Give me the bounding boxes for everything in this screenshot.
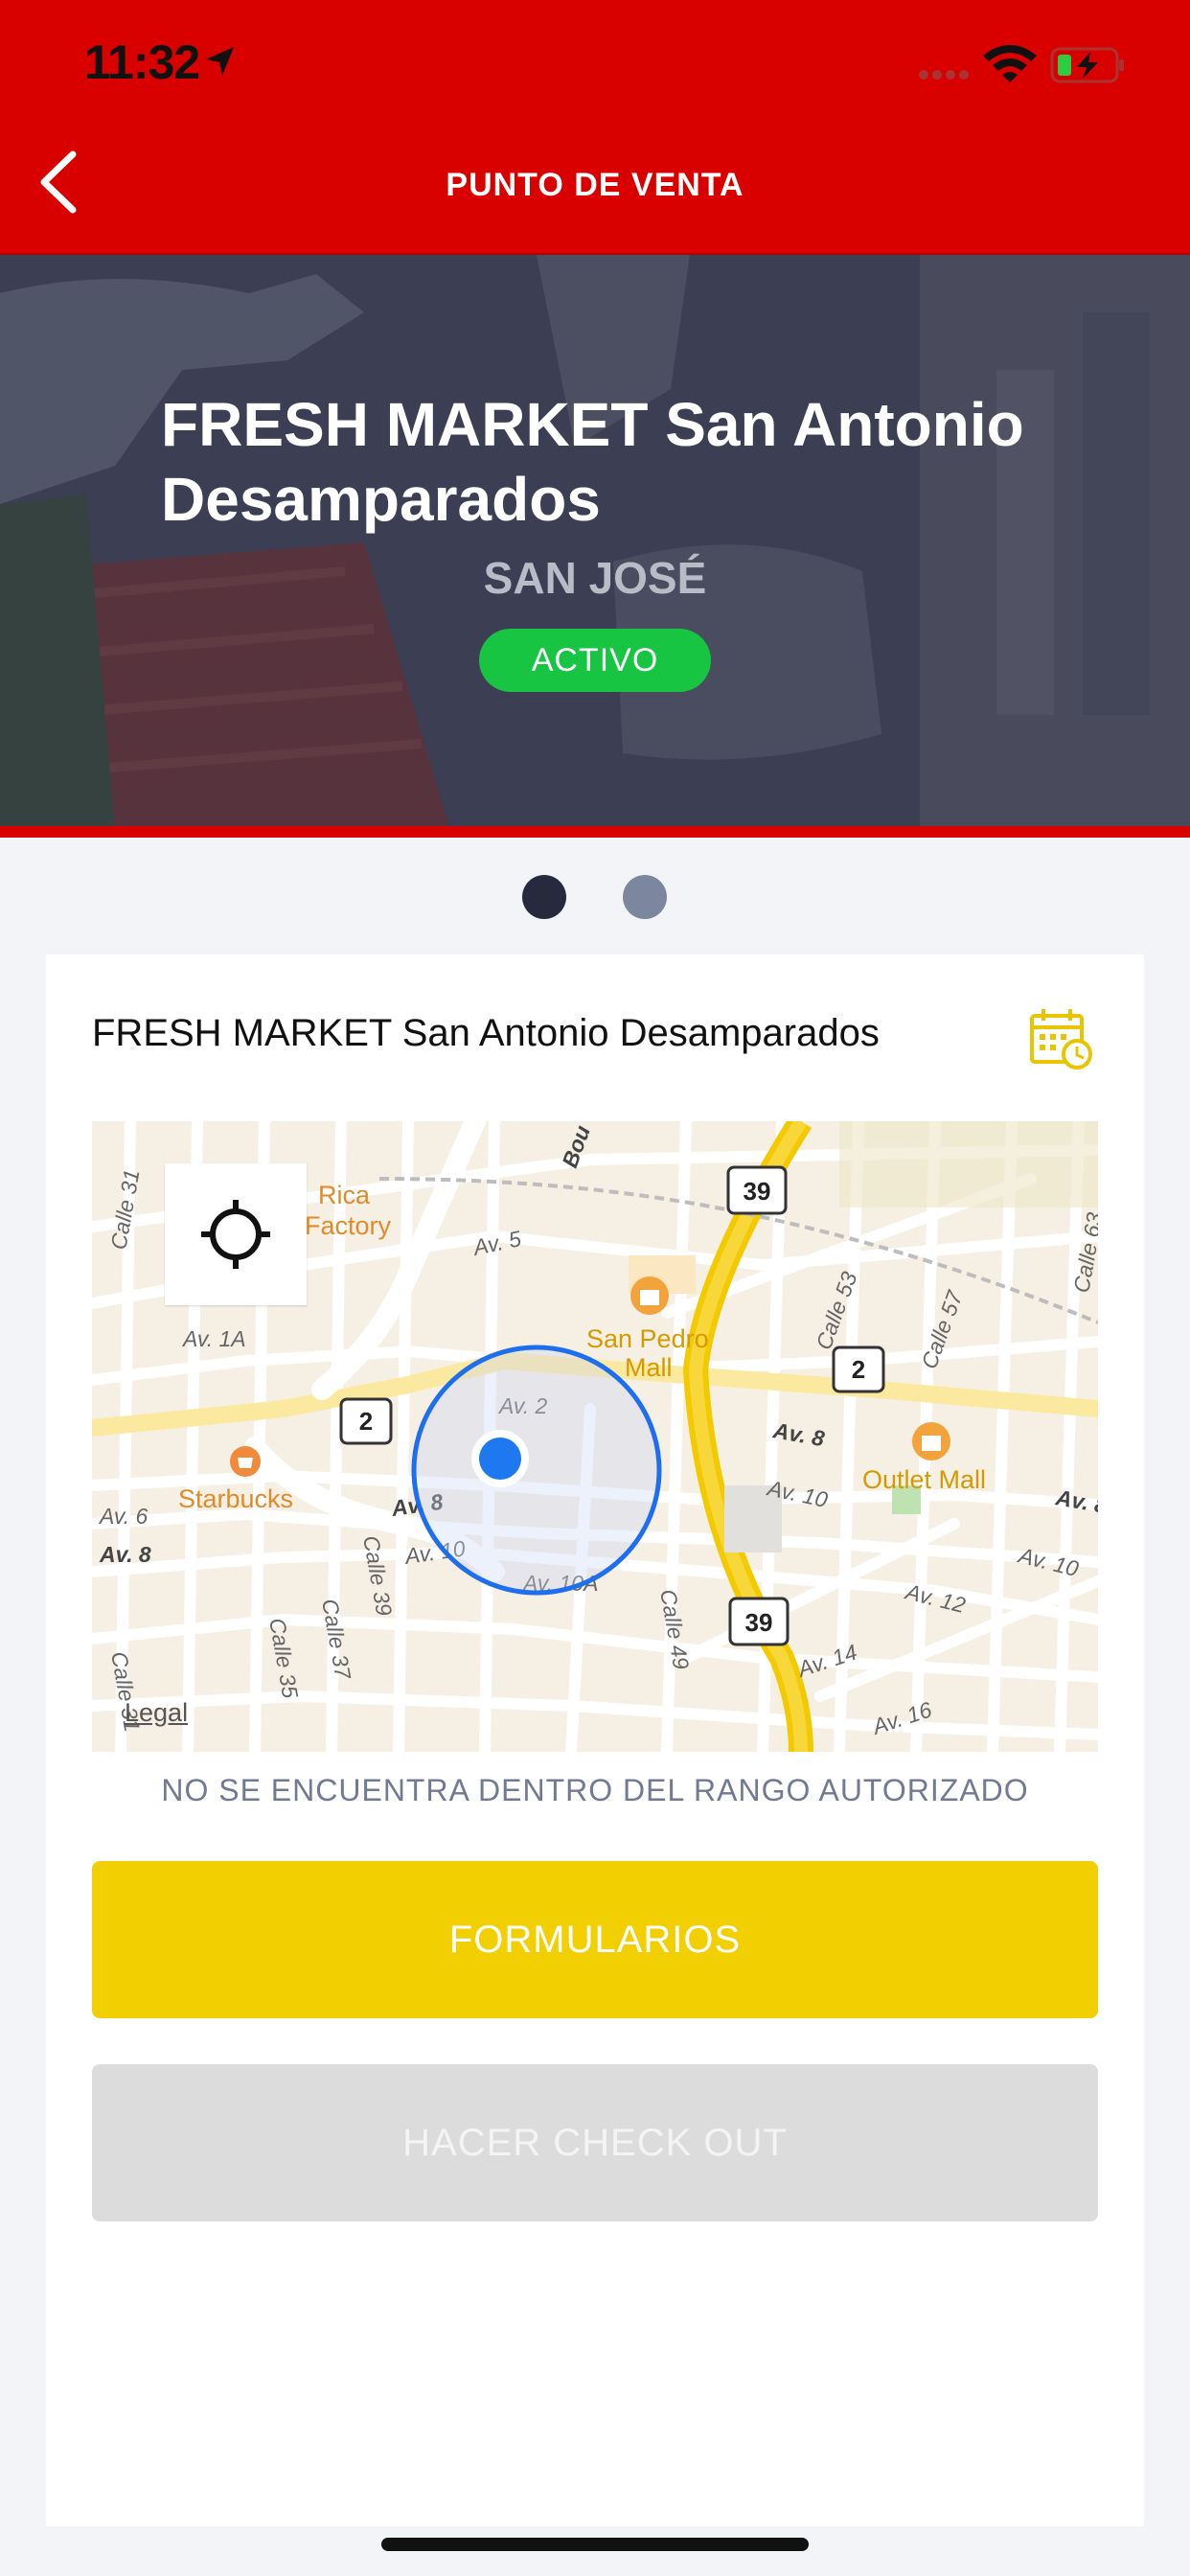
map-poi-label: Mall xyxy=(625,1353,673,1382)
battery-charging-icon xyxy=(1050,47,1124,83)
map-label: Av. 1A xyxy=(181,1326,246,1351)
status-time: 11:32 xyxy=(84,35,200,89)
page-indicator-dot-2[interactable] xyxy=(623,875,667,919)
route-shield-label: 39 xyxy=(745,1608,773,1637)
route-shield-label: 39 xyxy=(744,1177,771,1206)
hero-overlay xyxy=(0,255,1190,830)
crosshair-icon xyxy=(201,1200,270,1269)
map-poi-label: Factory xyxy=(305,1211,392,1240)
map-label: Av. 8 xyxy=(99,1542,151,1567)
hero-city: SAN JOSÉ xyxy=(483,553,707,603)
home-indicator xyxy=(381,2538,809,2551)
map-poi-label: Outlet Mall xyxy=(862,1465,986,1494)
map-poi-label: Rica xyxy=(318,1181,371,1209)
location-accuracy-circle xyxy=(411,1345,662,1596)
page-indicator-dot-1[interactable] xyxy=(522,875,566,919)
card-store-name: FRESH MARKET San Antonio Desamparados xyxy=(92,1012,880,1054)
map-legal-link[interactable]: Legal xyxy=(125,1698,188,1728)
map-label: Av. 6 xyxy=(98,1504,148,1529)
hero-store-name: FRESH MARKET San Antonio Desamparados xyxy=(161,390,1024,534)
location-arrow-icon xyxy=(206,47,234,76)
map-poi-label: Starbucks xyxy=(178,1484,293,1513)
wifi-icon xyxy=(983,45,1037,82)
hero-divider xyxy=(0,826,1190,838)
route-shield-label: 2 xyxy=(852,1355,865,1384)
status-badge: ACTIVO xyxy=(479,629,711,692)
checkout-button[interactable]: HACER CHECK OUT xyxy=(92,2064,1098,2221)
navigation-header: 11:32 PUNTO DE VENTA xyxy=(0,0,1190,255)
page-title: PUNTO DE VENTA xyxy=(446,167,744,203)
range-warning-text: NO SE ENCUENTRA DENTRO DEL RANGO AUTORIZ… xyxy=(161,1773,1029,1807)
store-hero-banner: FRESH MARKET San Antonio Desamparados SA… xyxy=(0,255,1190,830)
route-shield-label: 2 xyxy=(359,1407,373,1436)
forms-button[interactable]: FORMULARIOS xyxy=(92,1861,1098,2018)
schedule-button[interactable] xyxy=(1027,1004,1094,1076)
map-poi-label: San Pedro xyxy=(586,1324,709,1353)
store-detail-card: FRESH MARKET San Antonio Desamparados Ca… xyxy=(46,954,1144,2526)
calendar-clock-icon xyxy=(1030,1009,1092,1070)
cellular-signal-icon xyxy=(919,70,969,80)
locate-me-button[interactable] xyxy=(165,1163,307,1305)
location-map[interactable]: Calle 31 Calle 31 Calle 35 Calle 37 Call… xyxy=(92,1121,1098,1752)
